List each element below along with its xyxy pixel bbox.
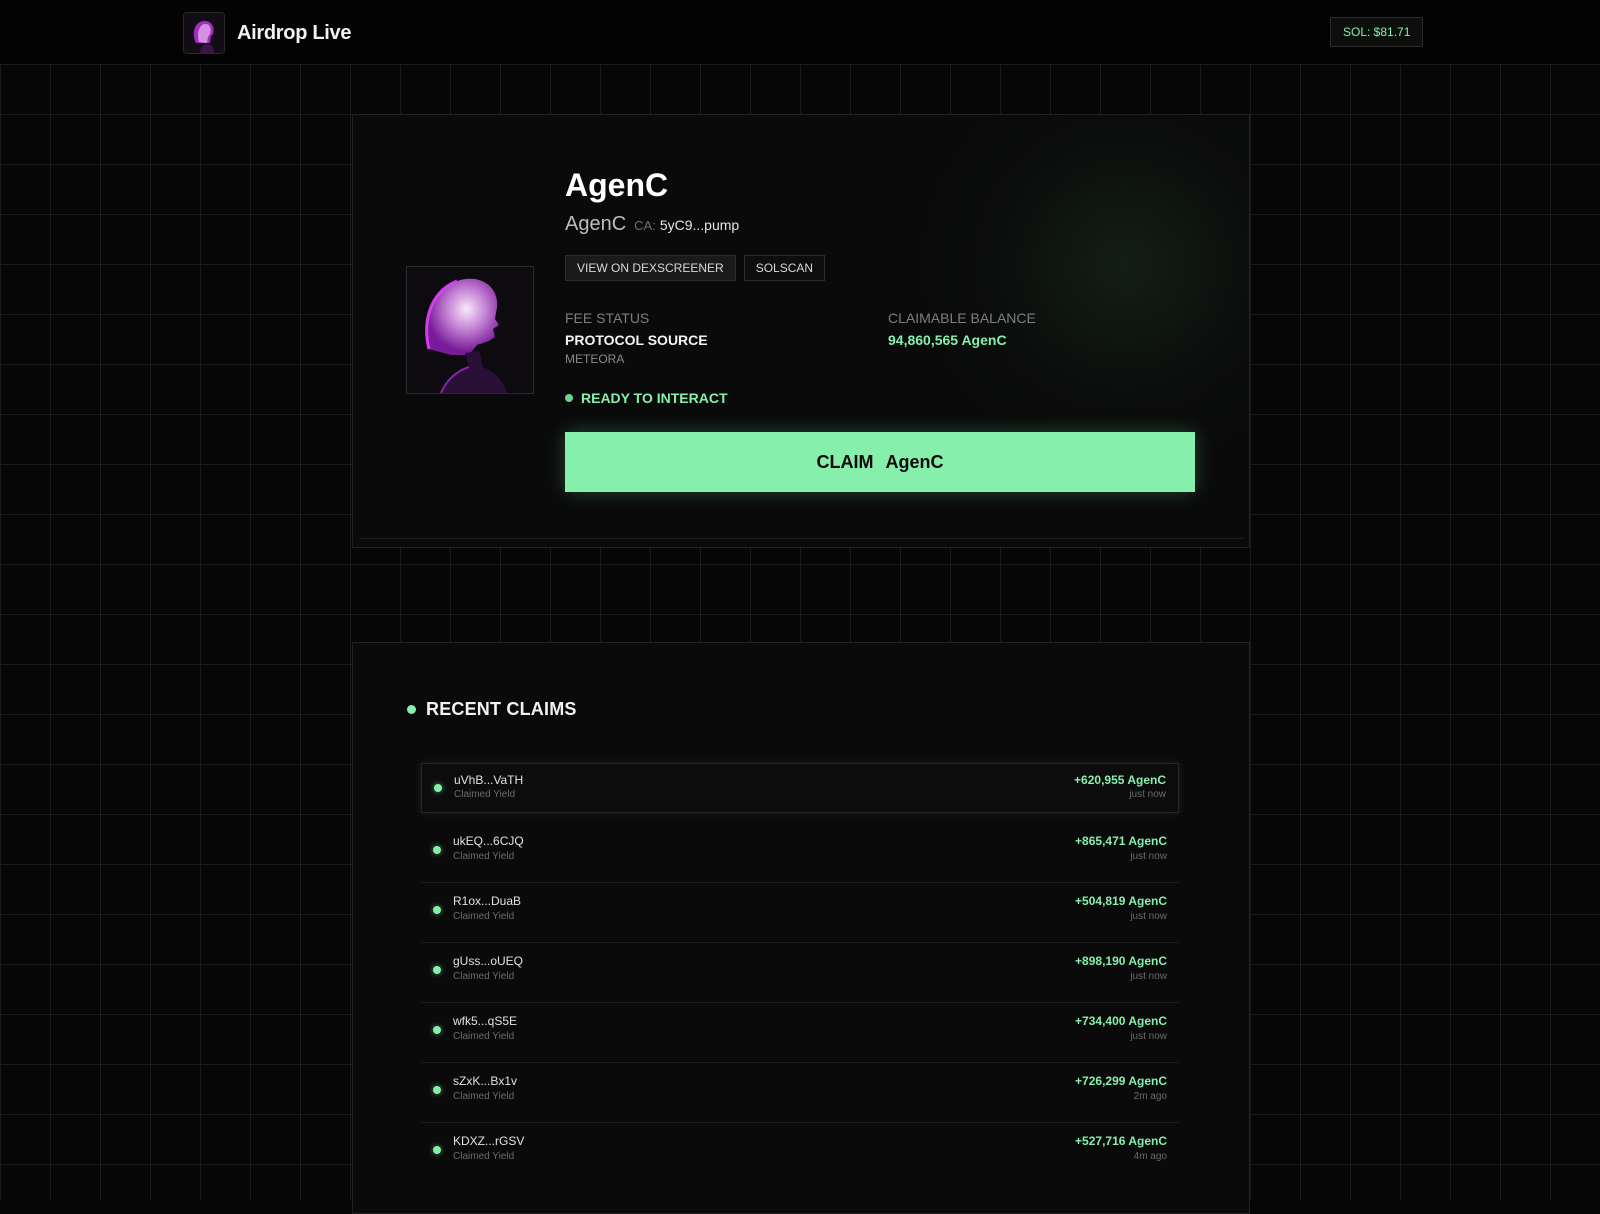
recent-claims-card: RECENT CLAIMS uVhB...VaTH Claimed Yield … [352,642,1250,1214]
live-dot-icon [407,705,416,714]
claim-address: R1ox...DuaB [453,894,522,908]
token-links: VIEW ON DEXSCREENER SOLSCAN [565,255,833,281]
top-bar: Airdrop Live SOL: $81.71 [0,0,1600,65]
claim-amount: +504,819 AgenC [1075,894,1167,908]
contract-address[interactable]: 5yC9...pump [660,217,739,233]
status-dot-icon [565,394,573,402]
claim-dot-icon [433,1086,441,1094]
balance-value: 94,860,565 AgenC [888,332,1007,348]
card-glow [873,115,1249,455]
token-subtitle-row: AgenC CA: 5yC9...pump [565,213,739,236]
claim-note: Claimed Yield [453,1091,515,1102]
claim-time: just now [1130,971,1167,982]
balance-label: CLAIMABLE BALANCE [888,310,1036,326]
claim-address: ukEQ...6CJQ [453,834,524,848]
recent-claims-title: RECENT CLAIMS [426,699,577,719]
claim-row[interactable]: sZxK...Bx1v Claimed Yield +726,299 AgenC… [421,1063,1179,1123]
claim-note: Claimed Yield [453,971,515,982]
claim-dot-icon [433,906,441,914]
claim-amount: +620,955 AgenC [1074,773,1166,787]
token-symbol: AgenC [565,213,627,235]
token-card: AgenC AgenC CA: 5yC9...pump VIEW ON DEXS… [352,114,1250,548]
claim-dot-icon [433,1026,441,1034]
claim-address: KDXZ...rGSV [453,1134,525,1148]
claim-amount: +527,716 AgenC [1075,1134,1167,1148]
claim-time: just now [1130,911,1167,922]
claim-button-token: AgenC [885,451,944,472]
claimable-balance: CLAIMABLE BALANCE 94,860,565 AgenC [888,310,1036,348]
claim-note: Claimed Yield [453,851,515,862]
claim-row[interactable]: wfk5...qS5E Claimed Yield +734,400 AgenC… [421,1003,1179,1063]
claim-note: Claimed Yield [454,789,516,800]
ready-text: READY TO INTERACT [581,390,728,406]
claim-dot-icon [433,846,441,854]
claim-note: Claimed Yield [453,1151,515,1162]
fee-status: FEE STATUS PROTOCOL SOURCE METEORA [565,310,708,366]
brand[interactable]: Airdrop Live [183,12,352,54]
token-avatar-icon [406,266,534,394]
token-title: AgenC [565,167,669,203]
brand-avatar-icon [183,12,225,54]
claim-row[interactable]: uVhB...VaTH Claimed Yield +620,955 AgenC… [421,763,1179,813]
claim-row[interactable]: R1ox...DuaB Claimed Yield +504,819 AgenC… [421,883,1179,943]
claim-time: 4m ago [1133,1151,1167,1162]
ready-status: READY TO INTERACT [565,390,728,406]
claim-list: uVhB...VaTH Claimed Yield +620,955 AgenC… [421,763,1179,1182]
sol-price-badge: SOL: $81.71 [1330,17,1424,47]
claim-row[interactable]: gUss...oUEQ Claimed Yield +898,190 AgenC… [421,943,1179,1003]
claim-button[interactable]: CLAIM AgenC [565,432,1195,492]
claim-button-word: CLAIM [816,451,874,472]
claim-amount: +898,190 AgenC [1075,954,1167,968]
claim-address: sZxK...Bx1v [453,1074,518,1088]
claim-time: just now [1130,851,1167,862]
claim-time: just now [1130,1031,1167,1042]
claim-note: Claimed Yield [453,1031,515,1042]
claim-row[interactable]: KDXZ...rGSV Claimed Yield +527,716 AgenC… [421,1123,1179,1182]
claim-note: Claimed Yield [453,911,515,922]
solscan-link[interactable]: SOLSCAN [743,255,826,281]
claim-dot-icon [434,784,442,792]
claim-amount: +734,400 AgenC [1075,1014,1167,1028]
claim-amount: +865,471 AgenC [1075,834,1167,848]
claim-time: just now [1129,789,1166,800]
claim-address: uVhB...VaTH [454,773,524,787]
ca-label: CA: [634,218,656,233]
fee-status-value: PROTOCOL SOURCE [565,332,708,348]
claim-address: wfk5...qS5E [453,1014,518,1028]
brand-name: Airdrop Live [237,21,352,44]
claim-dot-icon [433,966,441,974]
claim-dot-icon [433,1146,441,1154]
card-divider [359,538,1243,539]
claim-row[interactable]: ukEQ...6CJQ Claimed Yield +865,471 AgenC… [421,823,1179,883]
fee-status-label: FEE STATUS [565,310,650,326]
recent-claims-header: RECENT CLAIMS [407,699,577,720]
claim-address: gUss...oUEQ [453,954,524,968]
claim-amount: +726,299 AgenC [1075,1074,1167,1088]
claim-time: 2m ago [1133,1091,1167,1102]
dexscreener-link[interactable]: VIEW ON DEXSCREENER [565,255,736,281]
fee-status-source: METEORA [565,352,625,366]
